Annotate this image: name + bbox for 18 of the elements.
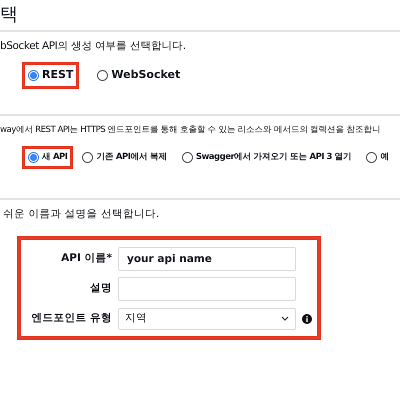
description-text: bSocket API의 생성 여부를 선택합니다. <box>0 39 187 54</box>
radio-option[interactable]: 예 <box>360 146 395 169</box>
description-text: 쉬운 이름과 설명을 선택합니다. <box>2 207 160 222</box>
radio-option[interactable]: Swagger에서 가져오기 또는 API 3 열기 <box>176 146 358 169</box>
section-heading: 택 <box>0 6 18 24</box>
dropdown[interactable]: 지역 <box>118 308 296 330</box>
field-label: API 이름* <box>60 251 112 266</box>
input-field[interactable]: your api name <box>118 247 296 271</box>
radio-option[interactable]: 기존 API에서 복제 <box>76 146 173 169</box>
radio-option[interactable]: REST <box>22 62 80 88</box>
field-label: 엔드포인트 유형 <box>30 311 112 326</box>
chevron-icon <box>281 316 289 322</box>
radio-option[interactable]: 새 API <box>22 146 74 169</box>
info-icon[interactable] <box>302 314 312 324</box>
input-field[interactable] <box>118 277 296 301</box>
radio-option[interactable]: WebSocket <box>91 62 186 88</box>
description-text: way에서 REST API는 HTTPS 엔드포인트를 통해 호출할 수 있는 리소스와 메서드의 컬렉션을 참조합니 <box>0 124 382 137</box>
field-label: 설명 <box>89 281 112 296</box>
